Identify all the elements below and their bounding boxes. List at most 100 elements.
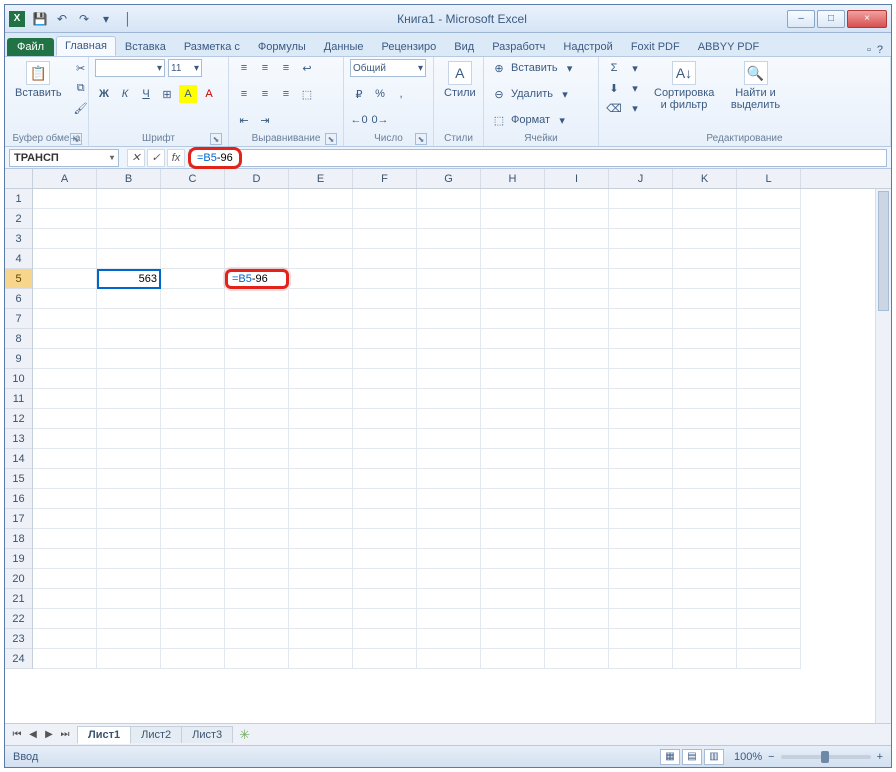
cell-J13[interactable]	[609, 429, 673, 449]
cell-E17[interactable]	[289, 509, 353, 529]
tab-addins[interactable]: Надстрой	[554, 37, 621, 56]
align-bottom-icon[interactable]: ≡	[277, 59, 295, 77]
row-header-19[interactable]: 19	[5, 549, 32, 569]
alignment-launcher-icon[interactable]: ⬊	[325, 133, 337, 145]
row-header-2[interactable]: 2	[5, 209, 32, 229]
cell-D20[interactable]	[225, 569, 289, 589]
cell-G7[interactable]	[417, 309, 481, 329]
cell-J12[interactable]	[609, 409, 673, 429]
view-normal-icon[interactable]: ▦	[660, 749, 680, 765]
cell-F8[interactable]	[353, 329, 417, 349]
cell-H19[interactable]	[481, 549, 545, 569]
currency-icon[interactable]: ₽	[350, 85, 368, 103]
clipboard-launcher-icon[interactable]: ⬊	[70, 133, 82, 145]
cell-C6[interactable]	[161, 289, 225, 309]
nav-first-icon[interactable]: ⏮	[9, 727, 25, 743]
cell-I11[interactable]	[545, 389, 609, 409]
cell-A1[interactable]	[33, 189, 97, 209]
cell-F14[interactable]	[353, 449, 417, 469]
clear-dd-icon[interactable]: ▾	[626, 99, 644, 117]
nav-last-icon[interactable]: ⏭	[57, 727, 73, 743]
cell-C3[interactable]	[161, 229, 225, 249]
cell-K18[interactable]	[673, 529, 737, 549]
row-header-6[interactable]: 6	[5, 289, 32, 309]
sheet-tab-3[interactable]: Лист3	[181, 726, 233, 743]
italic-button[interactable]: К	[116, 85, 134, 103]
cell-J17[interactable]	[609, 509, 673, 529]
align-right-icon[interactable]: ≡	[277, 85, 295, 103]
cell-B16[interactable]	[97, 489, 161, 509]
cell-I17[interactable]	[545, 509, 609, 529]
col-header-C[interactable]: C	[161, 169, 225, 188]
cell-E5[interactable]	[289, 269, 353, 289]
tab-view[interactable]: Вид	[445, 37, 483, 56]
cell-K20[interactable]	[673, 569, 737, 589]
row-header-9[interactable]: 9	[5, 349, 32, 369]
cell-J19[interactable]	[609, 549, 673, 569]
autosum-dd-icon[interactable]: ▾	[626, 59, 644, 77]
col-header-F[interactable]: F	[353, 169, 417, 188]
cell-L18[interactable]	[737, 529, 801, 549]
cell-F12[interactable]	[353, 409, 417, 429]
cell-J20[interactable]	[609, 569, 673, 589]
vertical-scrollbar[interactable]	[875, 189, 891, 723]
format-cell-icon[interactable]: ⬚	[490, 111, 508, 129]
cell-H16[interactable]	[481, 489, 545, 509]
cell-C11[interactable]	[161, 389, 225, 409]
sheet-tab-2[interactable]: Лист2	[130, 726, 182, 743]
cell-K19[interactable]	[673, 549, 737, 569]
cell-J21[interactable]	[609, 589, 673, 609]
cell-L20[interactable]	[737, 569, 801, 589]
comma-icon[interactable]: ,	[392, 85, 410, 103]
cell-E20[interactable]	[289, 569, 353, 589]
sort-filter-button[interactable]: A↓ Сортировка и фильтр	[650, 59, 718, 113]
accept-formula-icon[interactable]: ✓	[147, 149, 165, 167]
cell-D11[interactable]	[225, 389, 289, 409]
cell-D22[interactable]	[225, 609, 289, 629]
cell-G20[interactable]	[417, 569, 481, 589]
row-header-4[interactable]: 4	[5, 249, 32, 269]
cell-J23[interactable]	[609, 629, 673, 649]
cell-A13[interactable]	[33, 429, 97, 449]
cell-D1[interactable]	[225, 189, 289, 209]
cell-F13[interactable]	[353, 429, 417, 449]
cell-G12[interactable]	[417, 409, 481, 429]
cell-G2[interactable]	[417, 209, 481, 229]
cell-J1[interactable]	[609, 189, 673, 209]
cell-H3[interactable]	[481, 229, 545, 249]
cell-E6[interactable]	[289, 289, 353, 309]
cell-L11[interactable]	[737, 389, 801, 409]
help-icon[interactable]: ?	[877, 44, 883, 56]
cell-E23[interactable]	[289, 629, 353, 649]
row-header-7[interactable]: 7	[5, 309, 32, 329]
cell-H14[interactable]	[481, 449, 545, 469]
cell-L21[interactable]	[737, 589, 801, 609]
cell-H11[interactable]	[481, 389, 545, 409]
cell-K5[interactable]	[673, 269, 737, 289]
cell-I10[interactable]	[545, 369, 609, 389]
fill-color-icon[interactable]: A	[179, 85, 197, 103]
cell-E15[interactable]	[289, 469, 353, 489]
delete-dd-icon[interactable]: ▾	[556, 85, 574, 103]
cell-K17[interactable]	[673, 509, 737, 529]
cell-I12[interactable]	[545, 409, 609, 429]
col-header-K[interactable]: K	[673, 169, 737, 188]
cell-H5[interactable]	[481, 269, 545, 289]
cell-D12[interactable]	[225, 409, 289, 429]
cell-K13[interactable]	[673, 429, 737, 449]
cell-H24[interactable]	[481, 649, 545, 669]
cell-C5[interactable]	[161, 269, 225, 289]
cell-A3[interactable]	[33, 229, 97, 249]
cell-E2[interactable]	[289, 209, 353, 229]
cell-D8[interactable]	[225, 329, 289, 349]
cell-K21[interactable]	[673, 589, 737, 609]
formula-input[interactable]: =B5-96	[189, 149, 887, 167]
cell-I13[interactable]	[545, 429, 609, 449]
cell-F10[interactable]	[353, 369, 417, 389]
undo-icon[interactable]: ↶	[53, 10, 71, 28]
cell-K7[interactable]	[673, 309, 737, 329]
cell-C4[interactable]	[161, 249, 225, 269]
cell-A10[interactable]	[33, 369, 97, 389]
cell-K15[interactable]	[673, 469, 737, 489]
font-color-icon[interactable]: A	[200, 85, 218, 103]
